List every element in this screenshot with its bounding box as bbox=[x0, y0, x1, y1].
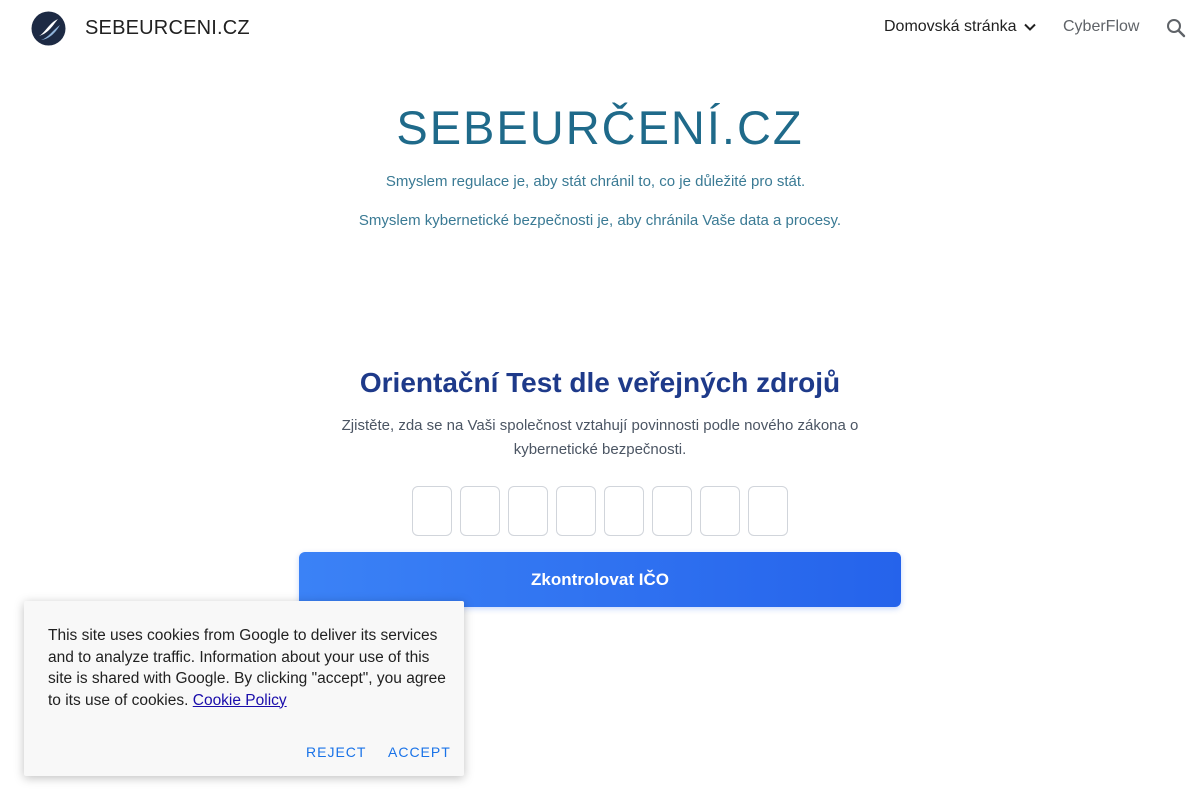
site-header: SEBEURCENI.CZ Domovská stránka CyberFlow bbox=[0, 0, 1200, 56]
ico-digit-5[interactable] bbox=[604, 486, 644, 536]
search-icon[interactable] bbox=[1164, 16, 1188, 40]
test-description: Zjistěte, zda se na Vaši společnost vzta… bbox=[341, 417, 859, 458]
cookie-policy-link[interactable]: Cookie Policy bbox=[193, 692, 287, 709]
test-title: Orientační Test dle veřejných zdrojů bbox=[359, 367, 841, 398]
ico-digit-7[interactable] bbox=[700, 486, 740, 536]
nav-cyberflow[interactable]: CyberFlow bbox=[1063, 18, 1139, 36]
cookie-accept-button[interactable]: ACCEPT bbox=[388, 744, 451, 760]
logo-icon[interactable] bbox=[31, 11, 66, 46]
ico-digit-8[interactable] bbox=[748, 486, 788, 536]
hero-tagline-1: Smyslem regulace je, aby stát chránil to… bbox=[385, 173, 806, 190]
site-name[interactable]: SEBEURCENI.CZ bbox=[85, 17, 250, 40]
nav-home-label: Domovská stránka bbox=[884, 18, 1017, 35]
cookie-reject-button[interactable]: REJECT bbox=[306, 744, 366, 760]
cookie-message: This site uses cookies from Google to de… bbox=[48, 625, 448, 711]
ico-digit-3[interactable] bbox=[508, 486, 548, 536]
ico-digit-2[interactable] bbox=[460, 486, 500, 536]
ico-digit-inputs bbox=[412, 486, 788, 536]
chevron-down-icon[interactable] bbox=[1023, 20, 1037, 34]
ico-digit-4[interactable] bbox=[556, 486, 596, 536]
nav-home[interactable]: Domovská stránka bbox=[884, 18, 1037, 36]
ico-digit-6[interactable] bbox=[652, 486, 692, 536]
hero-title: SEBEURČENÍ.CZ bbox=[396, 101, 804, 154]
ico-digit-1[interactable] bbox=[412, 486, 452, 536]
hero-tagline-2: Smyslem kybernetické bezpečnosti je, aby… bbox=[358, 212, 842, 229]
check-ico-button[interactable]: Zkontrolovat IČO bbox=[299, 552, 901, 607]
cookie-banner: This site uses cookies from Google to de… bbox=[24, 601, 464, 776]
